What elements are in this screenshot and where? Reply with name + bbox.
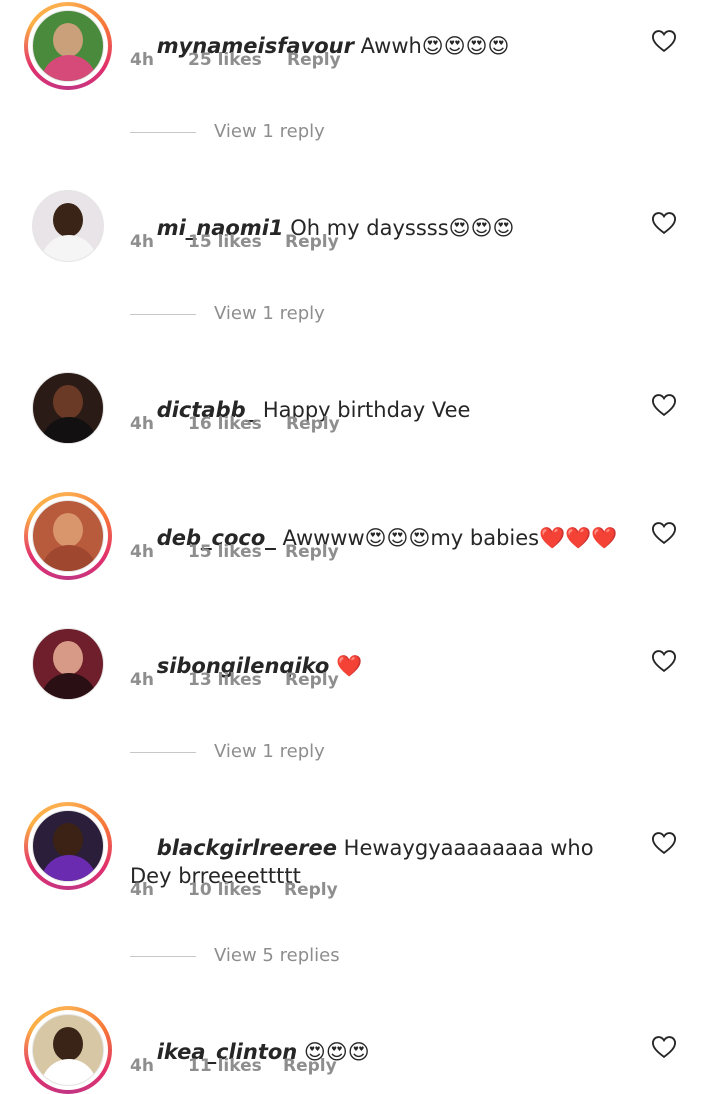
heart-outline-icon[interactable]	[650, 519, 678, 547]
view-replies-button[interactable]: View 1 reply	[130, 303, 430, 325]
heart-outline-icon[interactable]	[650, 829, 678, 857]
comment-time: 4h	[130, 1056, 154, 1076]
heart-outline-icon[interactable]	[650, 209, 678, 237]
reply-button[interactable]: Reply	[287, 50, 341, 70]
heart-outline-icon[interactable]	[650, 1033, 678, 1061]
comment-time: 4h	[130, 50, 154, 70]
reply-button[interactable]: Reply	[285, 232, 339, 252]
view-replies-button[interactable]: View 5 replies	[130, 945, 430, 967]
heart-outline-icon[interactable]	[650, 391, 678, 419]
comment-text: Awwh😍😍😍😍	[353, 34, 510, 58]
view-replies-button[interactable]: View 1 reply	[130, 121, 430, 143]
comment-time: 4h	[130, 414, 154, 434]
heart-outline-icon[interactable]	[650, 27, 678, 55]
likes-count[interactable]: 16 likes	[188, 414, 262, 434]
likes-count[interactable]: 10 likes	[188, 880, 262, 900]
comment-time: 4h	[130, 880, 154, 900]
likes-count[interactable]: 13 likes	[188, 670, 262, 690]
avatar[interactable]	[24, 492, 112, 580]
reply-button[interactable]: Reply	[284, 880, 338, 900]
avatar[interactable]	[24, 182, 112, 270]
comment-time: 4h	[130, 542, 154, 562]
reply-button[interactable]: Reply	[286, 414, 340, 434]
reply-button[interactable]: Reply	[283, 1056, 337, 1076]
likes-count[interactable]: 15 likes	[188, 542, 262, 562]
view-replies-button[interactable]: View 1 reply	[130, 741, 430, 763]
reply-button[interactable]: Reply	[285, 670, 339, 690]
comment-username[interactable]: blackgirlreeree	[157, 836, 337, 860]
heart-outline-icon[interactable]	[650, 647, 678, 675]
comment-time: 4h	[130, 232, 154, 252]
comment-time: 4h	[130, 670, 154, 690]
avatar[interactable]	[24, 620, 112, 708]
avatar[interactable]	[24, 2, 112, 90]
likes-count[interactable]: 15 likes	[188, 232, 262, 252]
avatar[interactable]	[24, 802, 112, 890]
likes-count[interactable]: 11 likes	[188, 1056, 262, 1076]
reply-button[interactable]: Reply	[285, 542, 339, 562]
avatar[interactable]	[24, 364, 112, 452]
likes-count[interactable]: 25 likes	[188, 50, 262, 70]
avatar[interactable]	[24, 1006, 112, 1094]
